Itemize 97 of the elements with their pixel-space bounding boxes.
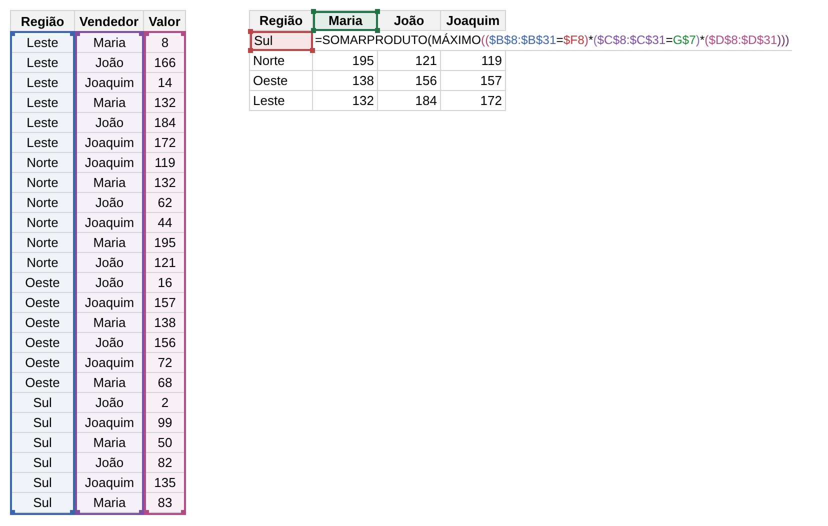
table-cell: Joaquim [77, 213, 142, 233]
table-cell: 172 [441, 91, 506, 111]
table-cell: Joaquim [77, 133, 142, 153]
range-handle[interactable] [311, 28, 316, 33]
table-cell: João [77, 193, 142, 213]
table-cell: 14 [146, 73, 184, 93]
row-header: Norte [250, 51, 313, 71]
column-header: Região [250, 11, 313, 31]
table-cell: Oeste [12, 353, 73, 373]
table-cell: João [77, 273, 142, 293]
range-handle[interactable] [248, 29, 253, 34]
range-handle[interactable] [248, 48, 253, 53]
table-cell: 156 [146, 333, 184, 353]
table-cell: 195 [146, 233, 184, 253]
table-cell: 72 [146, 353, 184, 373]
table-cell: 135 [146, 473, 184, 493]
table-cell: Leste [12, 73, 73, 93]
range-handle[interactable] [375, 9, 380, 14]
table-cell: Joaquim [77, 473, 142, 493]
table-cell: Joaquim [77, 293, 142, 313]
range-handle[interactable] [10, 31, 15, 36]
table-cell: 184 [146, 113, 184, 133]
table-cell: Leste [12, 133, 73, 153]
table-cell: 138 [313, 71, 378, 91]
table-cell: 132 [146, 173, 184, 193]
range-handle[interactable] [181, 31, 186, 36]
table-cell: Maria [77, 313, 142, 333]
column-header: Valor [144, 10, 186, 31]
table-cell: Sul [12, 393, 73, 413]
row-header: Sul [250, 31, 313, 51]
table-cell: 16 [146, 273, 184, 293]
table-cell: Sul [12, 473, 73, 493]
range-handle[interactable] [311, 9, 316, 14]
table-cell: Oeste [12, 293, 73, 313]
table-cell: João [77, 453, 142, 473]
formula-text: =SOMARPRODUTO(MÁXIMO(($B$8:$B$31=$F8)*($C$8:$C$31=G$7)*($D$8:$D$31))) [313, 31, 792, 51]
table-cell: Maria [77, 173, 142, 193]
table-cell: 68 [146, 373, 184, 393]
table-cell: Joaquim [77, 353, 142, 373]
table-cell: Norte [12, 253, 73, 273]
column-header: João [378, 11, 441, 31]
table-cell: João [77, 113, 142, 133]
table-cell: 121 [146, 253, 184, 273]
table-cell: Joaquim [77, 413, 142, 433]
table-cell: Norte [12, 213, 73, 233]
range-handle[interactable] [10, 510, 15, 515]
table-cell: 50 [146, 433, 184, 453]
table-cell: João [77, 53, 142, 73]
table-cell: Norte [12, 193, 73, 213]
table-cell: Maria [77, 93, 142, 113]
table-cell: 119 [146, 153, 184, 173]
column-header: Região [10, 10, 75, 31]
table-cell: Norte [12, 173, 73, 193]
table-cell: Maria [77, 233, 142, 253]
table-cell: 2 [146, 393, 184, 413]
table-cell: 99 [146, 413, 184, 433]
row-header: Oeste [250, 71, 313, 91]
table-cell: Leste [12, 93, 73, 113]
table-cell: Norte [12, 233, 73, 253]
table-cell: 172 [146, 133, 184, 153]
table-cell: 138 [146, 313, 184, 333]
table-cell: João [77, 253, 142, 273]
range-handle[interactable] [375, 28, 380, 33]
table-cell: Maria [77, 373, 142, 393]
table-cell: Oeste [12, 313, 73, 333]
range-handle[interactable] [310, 48, 315, 53]
table-cell: Oeste [12, 373, 73, 393]
table-cell: 157 [441, 71, 506, 91]
table-cell: 44 [146, 213, 184, 233]
table-cell: Leste [12, 53, 73, 73]
table-cell: 121 [378, 51, 441, 71]
table-cell: 195 [313, 51, 378, 71]
table-cell: 156 [378, 71, 441, 91]
table-cell: Maria [77, 433, 142, 453]
table-cell: Sul [12, 413, 73, 433]
table-cell: Oeste [12, 273, 73, 293]
table-cell: 166 [146, 53, 184, 73]
table-cell: 132 [146, 93, 184, 113]
table-cell: 62 [146, 193, 184, 213]
table-cell: 132 [313, 91, 378, 111]
table-cell: Norte [12, 153, 73, 173]
table-cell: Joaquim [77, 73, 142, 93]
table-cell: 82 [146, 453, 184, 473]
row-header: Leste [250, 91, 313, 111]
table-cell: João [77, 393, 142, 413]
table-cell: Oeste [12, 333, 73, 353]
table-cell: 119 [441, 51, 506, 71]
table-cell: 157 [146, 293, 184, 313]
table-cell: 184 [378, 91, 441, 111]
table-cell: Sul [12, 433, 73, 453]
range-handle[interactable] [181, 510, 186, 515]
table-cell: João [77, 333, 142, 353]
column-header: Vendedor [75, 10, 144, 31]
table-cell: Leste [12, 113, 73, 133]
table-cell: Joaquim [77, 153, 142, 173]
column-header: Joaquim [441, 11, 506, 31]
table-cell: Sul [12, 453, 73, 473]
